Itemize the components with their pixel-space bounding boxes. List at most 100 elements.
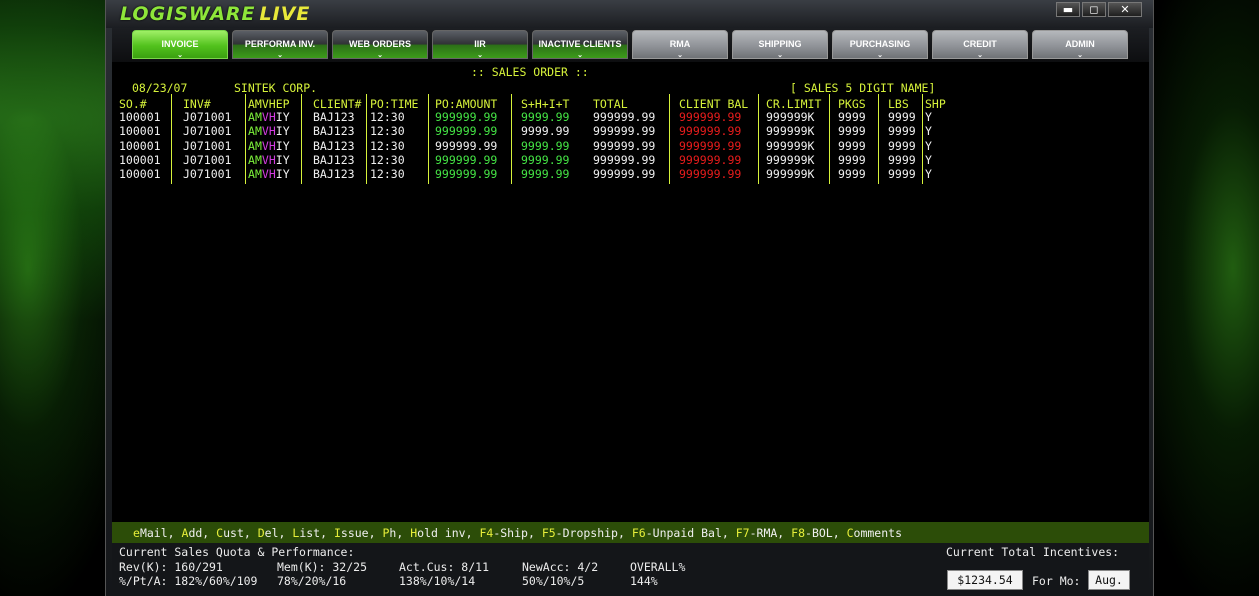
table-cell: J071001 [183, 138, 232, 153]
table-cell: 999999K [766, 110, 815, 124]
incentive-value-field[interactable]: $1234.54 [947, 570, 1023, 590]
column-divider [301, 94, 302, 184]
column-header[interactable]: SO.# [119, 97, 147, 111]
command-item[interactable]: F7-RMA, [736, 526, 784, 540]
column-header[interactable]: LBS [888, 97, 909, 111]
tab-admin[interactable]: ADMIN ⌄ [1032, 30, 1128, 59]
table-cell: AMVHIY [248, 110, 290, 124]
tab-web-orders[interactable]: WEB ORDERS ⌄ [332, 30, 428, 59]
column-header[interactable]: CR.LIMIT [766, 97, 821, 111]
tab-performa-inv[interactable]: PERFORMA INV. ⌄ [232, 30, 328, 59]
command-item[interactable]: Ph, [382, 526, 403, 540]
mem-value: Mem(K): 32/25 [277, 560, 368, 574]
chevron-down-icon: ⌄ [877, 52, 883, 59]
chevron-down-icon: ⌄ [977, 52, 983, 59]
chevron-down-icon: ⌄ [577, 52, 583, 59]
company-name: SINTEK CORP. [234, 81, 318, 95]
tab-label: CREDIT [963, 39, 997, 49]
command-label: -Dropship, [555, 526, 625, 540]
mem-pct-value: 78%/20%/16 [277, 574, 347, 588]
column-header[interactable]: PO:TIME [370, 97, 418, 111]
flag-letter: M [254, 138, 262, 153]
command-key: e [133, 526, 140, 540]
command-item[interactable]: Comments [847, 526, 902, 540]
status-panel: Current Sales Quota & Performance: Curre… [112, 543, 1149, 596]
command-label: omments [853, 526, 902, 540]
incentives-title: Current Total Incentives: [946, 545, 1120, 559]
flag-letter: I [275, 152, 283, 167]
table-cell: 12:30 [370, 152, 405, 167]
tab-credit[interactable]: CREDIT ⌄ [932, 30, 1028, 59]
chevron-down-icon: ⌄ [277, 52, 283, 59]
table-cell: 9999 [888, 124, 916, 139]
minimize-button[interactable]: ▬ [1056, 2, 1080, 17]
close-button[interactable]: ✕ [1108, 2, 1142, 17]
month-field[interactable]: Aug. [1088, 570, 1130, 590]
table-cell: 12:30 [370, 167, 405, 182]
table-cell: Y [925, 124, 932, 139]
newacc-value: NewAcc: 4/2 [522, 560, 599, 574]
table-cell: AMVHIY [248, 124, 290, 138]
newacc-pct-value: 50%/10%/5 [522, 574, 585, 588]
command-label: old inv, [417, 526, 473, 540]
flag-letter: M [254, 124, 262, 139]
flag-letter: M [254, 167, 262, 182]
flag-letter: H [268, 138, 276, 153]
table-cell: 999999.99 [593, 138, 656, 153]
command-label: ist, [299, 526, 328, 540]
command-label: ust, [223, 526, 251, 540]
column-header[interactable]: SHP [925, 97, 946, 111]
command-item[interactable]: Add, [182, 526, 210, 540]
tab-inactive-clients[interactable]: INACTIVE CLIENTS ⌄ [532, 30, 628, 59]
tab-label: PURCHASING [849, 39, 911, 49]
table-cell: J071001 [183, 124, 232, 139]
table-cell: AMVHIY [248, 139, 290, 153]
column-header[interactable]: PO:AMOUNT [435, 97, 497, 111]
maximize-button[interactable]: ◻ [1082, 2, 1106, 17]
table-cell: 999999.99 [679, 124, 742, 139]
tab-label: INVOICE [161, 39, 199, 49]
table-cell: 999999.99 [679, 138, 742, 153]
command-key: C [846, 526, 854, 540]
command-item[interactable]: F4-Ship, [479, 526, 534, 540]
table-cell: AMVHIY [248, 153, 290, 167]
sales-name: [ SALES 5 DIGIT NAME] [790, 81, 936, 95]
command-item[interactable]: eMail, [133, 526, 175, 540]
table-cell: Y [925, 167, 932, 182]
table-cell: 100001 [119, 152, 161, 167]
command-item[interactable]: Del, [258, 526, 286, 540]
command-item[interactable]: Issue, [334, 526, 376, 540]
column-header[interactable]: PKGS [838, 97, 866, 111]
table-cell: 999999K [766, 138, 815, 153]
flag-letter: Y [282, 167, 290, 182]
tab-iir[interactable]: IIR ⌄ [432, 30, 528, 59]
command-item[interactable]: F6-Unpaid Bal, [632, 526, 729, 540]
flag-letter: A [248, 110, 255, 124]
command-label: dd, [188, 526, 210, 540]
tab-rma[interactable]: RMA ⌄ [632, 30, 728, 59]
command-item[interactable]: Hold inv, [410, 526, 472, 540]
flag-letter: Y [282, 124, 290, 139]
command-item[interactable]: List, [292, 526, 327, 540]
column-header[interactable]: INV# [183, 97, 211, 111]
command-item[interactable]: F8-BOL, [791, 526, 839, 540]
table-cell: 999999.99 [593, 152, 656, 167]
column-header[interactable]: S+H+I+T [521, 97, 569, 111]
tab-invoice[interactable]: INVOICE ⌄ [132, 30, 228, 59]
tab-shipping[interactable]: SHIPPING ⌄ [732, 30, 828, 59]
table-cell: Y [925, 152, 932, 167]
table-cell: J071001 [183, 152, 232, 167]
column-header[interactable]: CLIENT# [313, 97, 361, 111]
command-item[interactable]: F5-Dropship, [542, 526, 625, 540]
command-item[interactable]: Cust, [216, 526, 251, 540]
table-cell: BAJ123 [313, 138, 355, 153]
terminal-screen: :: SALES ORDER :: 08/23/07 SINTEK CORP. … [112, 62, 1149, 522]
tab-label: INACTIVE CLIENTS [538, 39, 622, 49]
column-divider [669, 94, 670, 184]
column-header[interactable]: CLIENT BAL [679, 97, 748, 111]
column-header[interactable]: TOTAL [593, 97, 628, 111]
column-header[interactable]: AMVHEP [248, 97, 290, 111]
table-cell: 100001 [119, 124, 161, 139]
logo-live-text: LIVE [259, 3, 311, 25]
tab-purchasing[interactable]: PURCHASING ⌄ [832, 30, 928, 59]
